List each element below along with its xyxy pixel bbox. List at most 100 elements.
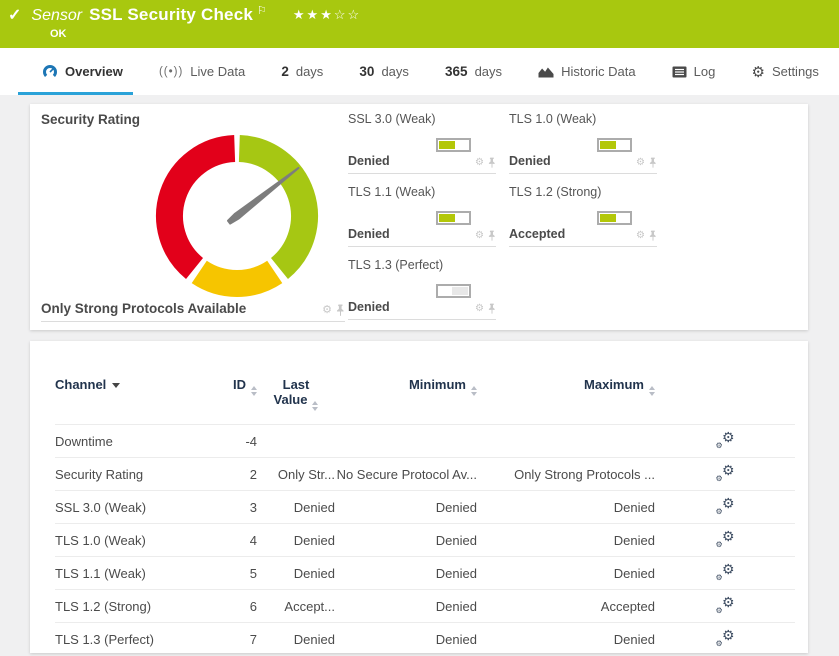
tile-title: SSL 3.0 (Weak) bbox=[348, 112, 436, 126]
tab-live-data[interactable]: ((•)) Live Data bbox=[155, 48, 249, 95]
pin-icon[interactable] bbox=[488, 230, 496, 241]
tab-log[interactable]: Log bbox=[668, 48, 720, 95]
tab-overview[interactable]: Overview bbox=[18, 48, 133, 95]
sort-icon bbox=[251, 386, 257, 396]
cell-minimum: Denied bbox=[335, 523, 477, 557]
sensor-status-bar: ✓ Sensor SSL Security Check ⚐ ★★★☆☆ OK bbox=[0, 0, 839, 48]
cell-last-value: Accept... bbox=[257, 589, 335, 623]
tile-title: TLS 1.3 (Perfect) bbox=[348, 258, 444, 272]
sort-descending-icon bbox=[112, 383, 121, 388]
tile-settings-gear-icon[interactable]: ⚙ bbox=[475, 303, 484, 314]
column-label: Value bbox=[273, 392, 308, 407]
tab-30-days[interactable]: 30 days bbox=[355, 48, 413, 95]
edit-channel-gears-icon[interactable]: ⚙ ⚙ bbox=[716, 429, 735, 450]
cell-channel: TLS 1.1 (Weak) bbox=[55, 556, 215, 590]
cell-id: 7 bbox=[215, 622, 257, 656]
cell-maximum: Denied bbox=[477, 490, 655, 524]
tab-label: Historic Data bbox=[561, 64, 636, 79]
tab-historic-data[interactable]: Historic Data bbox=[534, 48, 639, 95]
channel-table-panel: Channel ID Last Value Minimum Maximum Do… bbox=[30, 341, 808, 656]
pin-icon[interactable] bbox=[649, 157, 657, 168]
tab-number: 2 bbox=[281, 64, 289, 79]
cell-id: 2 bbox=[215, 457, 257, 491]
tile-settings-gear-icon[interactable]: ⚙ bbox=[322, 304, 332, 316]
column-header-minimum[interactable]: Minimum bbox=[335, 377, 477, 425]
flag-icon[interactable]: ⚐ bbox=[257, 4, 267, 17]
cell-last-value: Denied bbox=[257, 556, 335, 590]
tab-number: 30 bbox=[359, 64, 375, 79]
tile-settings-gear-icon[interactable]: ⚙ bbox=[475, 230, 484, 241]
tab-label: Overview bbox=[65, 64, 123, 79]
table-row: Security Rating 2 Only Str... No Secure … bbox=[55, 457, 795, 491]
tab-label: Settings bbox=[771, 64, 819, 79]
tab-label: Log bbox=[693, 64, 716, 79]
cell-last-value: Denied bbox=[257, 622, 335, 656]
pin-icon[interactable] bbox=[649, 230, 657, 241]
overview-panel: Security Rating Only Strong Protocols Av… bbox=[30, 104, 808, 330]
column-label: Last bbox=[282, 377, 310, 392]
edit-channel-gears-icon[interactable]: ⚙ ⚙ bbox=[716, 594, 735, 615]
column-label: ID bbox=[233, 377, 246, 392]
security-rating-gauge bbox=[156, 135, 318, 297]
column-header-maximum[interactable]: Maximum bbox=[477, 377, 655, 425]
cell-channel: Downtime bbox=[55, 424, 215, 458]
channel-table: Channel ID Last Value Minimum Maximum Do… bbox=[55, 377, 795, 656]
edit-channel-gears-icon[interactable]: ⚙ ⚙ bbox=[716, 528, 735, 549]
cell-channel: TLS 1.2 (Strong) bbox=[55, 589, 215, 623]
column-label: Maximum bbox=[584, 377, 644, 392]
cell-last-value: Denied bbox=[257, 490, 335, 524]
column-header-last-value[interactable]: Last Value bbox=[257, 377, 335, 425]
table-row: TLS 1.3 (Perfect) 7 Denied Denied Denied… bbox=[55, 622, 795, 656]
table-row: TLS 1.2 (Strong) 6 Accept... Denied Acce… bbox=[55, 589, 795, 623]
tile-settings-gear-icon[interactable]: ⚙ bbox=[475, 157, 484, 168]
cell-id: 6 bbox=[215, 589, 257, 623]
cell-maximum bbox=[477, 424, 655, 458]
tile-tls-1-0[interactable]: TLS 1.0 (Weak) Denied ⚙ bbox=[509, 112, 657, 185]
pin-icon[interactable] bbox=[488, 303, 496, 314]
tile-value: Denied bbox=[348, 300, 390, 314]
column-header-id[interactable]: ID bbox=[215, 377, 257, 425]
edit-channel-gears-icon[interactable]: ⚙ ⚙ bbox=[716, 462, 735, 483]
tab-number: 365 bbox=[445, 64, 468, 79]
table-row: Downtime -4 ⚙ ⚙ bbox=[55, 424, 795, 458]
area-chart-icon bbox=[538, 67, 554, 78]
column-label: Minimum bbox=[408, 377, 466, 392]
tab-365-days[interactable]: 365 days bbox=[441, 48, 506, 95]
cell-minimum bbox=[335, 424, 477, 458]
tile-tls-1-1[interactable]: TLS 1.1 (Weak) Denied ⚙ bbox=[348, 185, 496, 258]
tab-2-days[interactable]: 2 days bbox=[277, 48, 327, 95]
tile-value: Denied bbox=[348, 154, 390, 168]
edit-channel-gears-icon[interactable]: ⚙ ⚙ bbox=[716, 561, 735, 582]
protocol-tiles: SSL 3.0 (Weak) Denied ⚙ TLS 1.0 (Weak) D… bbox=[348, 112, 670, 331]
tile-tls-1-2[interactable]: TLS 1.2 (Strong) Accepted ⚙ bbox=[509, 185, 657, 258]
pin-icon[interactable] bbox=[488, 157, 496, 168]
pin-icon[interactable] bbox=[336, 304, 345, 316]
cell-minimum: Denied bbox=[335, 622, 477, 656]
tile-mini-bar bbox=[436, 284, 471, 298]
tab-settings[interactable]: ⚙ Settings bbox=[747, 48, 822, 95]
tile-mini-bar bbox=[436, 211, 471, 225]
column-header-channel[interactable]: Channel bbox=[55, 377, 215, 425]
tile-ssl-3-0[interactable]: SSL 3.0 (Weak) Denied ⚙ bbox=[348, 112, 496, 185]
edit-channel-gears-icon[interactable]: ⚙ ⚙ bbox=[716, 495, 735, 516]
tile-tls-1-3[interactable]: TLS 1.3 (Perfect) Denied ⚙ bbox=[348, 258, 496, 331]
cell-maximum: Only Strong Protocols ... bbox=[477, 457, 655, 491]
edit-channel-gears-icon[interactable]: ⚙ ⚙ bbox=[716, 627, 735, 648]
tab-bar: Overview ((•)) Live Data 2 days 30 days … bbox=[0, 48, 839, 95]
ok-check-icon: ✓ bbox=[8, 7, 22, 24]
tile-value: Denied bbox=[509, 154, 551, 168]
tile-settings-gear-icon[interactable]: ⚙ bbox=[636, 230, 645, 241]
tile-settings-gear-icon[interactable]: ⚙ bbox=[636, 157, 645, 168]
cell-channel: TLS 1.3 (Perfect) bbox=[55, 622, 215, 656]
tile-value: Accepted bbox=[509, 227, 566, 241]
tile-title: TLS 1.0 (Weak) bbox=[509, 112, 597, 126]
cell-id: -4 bbox=[215, 424, 257, 458]
tile-title: TLS 1.1 (Weak) bbox=[348, 185, 436, 199]
sensor-status-text: OK bbox=[50, 28, 67, 40]
priority-stars[interactable]: ★★★☆☆ bbox=[293, 7, 361, 23]
sort-icon bbox=[471, 386, 477, 396]
cell-maximum: Denied bbox=[477, 556, 655, 590]
table-row: SSL 3.0 (Weak) 3 Denied Denied Denied ⚙ ⚙ bbox=[55, 490, 795, 524]
live-signal-icon: ((•)) bbox=[158, 65, 184, 78]
tile-title: TLS 1.2 (Strong) bbox=[509, 185, 602, 199]
